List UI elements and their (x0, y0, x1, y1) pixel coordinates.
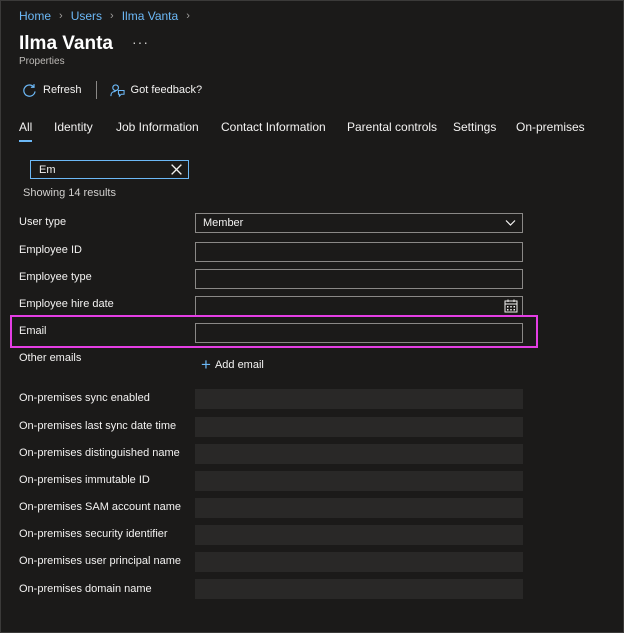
onprem-last-sync-field (195, 417, 523, 437)
results-count: Showing 14 results (23, 187, 116, 199)
refresh-label: Refresh (43, 84, 82, 96)
employee-id-label: Employee ID (19, 244, 82, 256)
onprem-immutable-id-field (195, 471, 523, 491)
refresh-icon (23, 83, 36, 97)
onprem-sam-field (195, 498, 523, 518)
employee-type-field[interactable] (195, 269, 523, 289)
plus-icon: + (201, 355, 211, 374)
employee-id-field[interactable] (195, 242, 523, 262)
onprem-domain-field (195, 579, 523, 599)
clear-icon[interactable] (170, 163, 183, 176)
feedback-button[interactable]: Got feedback? (109, 83, 203, 98)
employee-hire-date-field[interactable] (195, 296, 523, 316)
breadcrumb-user[interactable]: Ilma Vanta (122, 9, 178, 23)
calendar-icon[interactable] (504, 299, 518, 313)
chevron-down-icon (505, 220, 516, 226)
user-type-select[interactable]: Member (195, 213, 523, 233)
employee-hire-date-label: Employee hire date (19, 298, 114, 310)
breadcrumb: Home › Users › Ilma Vanta › (19, 9, 198, 23)
feedback-icon (109, 83, 125, 97)
onprem-dn-field (195, 444, 523, 464)
page-subtitle: Properties (19, 56, 65, 67)
toolbar-divider (95, 81, 97, 99)
refresh-button[interactable]: Refresh (22, 83, 82, 98)
feedback-label: Got feedback? (130, 84, 203, 96)
tab-job-information[interactable]: Job Information (116, 120, 199, 134)
onprem-last-sync-label: On-premises last sync date time (19, 420, 177, 432)
search-input[interactable] (39, 161, 169, 178)
breadcrumb-home[interactable]: Home (19, 9, 51, 23)
employee-type-label: Employee type (19, 271, 92, 283)
onprem-sid-label: On-premises security identifier (19, 528, 168, 540)
onprem-sync-enabled-label: On-premises sync enabled (19, 392, 150, 404)
tab-contact-information[interactable]: Contact Information (221, 120, 326, 134)
other-emails-label: Other emails (19, 352, 82, 364)
onprem-sid-field (195, 525, 523, 545)
onprem-sam-label: On-premises SAM account name (19, 501, 182, 513)
email-field[interactable] (195, 323, 523, 343)
tab-parental-controls[interactable]: Parental controls (347, 120, 437, 134)
breadcrumb-users[interactable]: Users (71, 9, 102, 23)
add-email-label: Add email (214, 359, 264, 371)
onprem-domain-label: On-premises domain name (19, 583, 152, 595)
tab-all[interactable]: All (19, 120, 33, 142)
user-type-value: Member (203, 217, 244, 229)
search-box (30, 160, 189, 179)
page-title: Ilma Vanta (19, 33, 113, 54)
toolbar: Refresh Got feedback? (22, 80, 202, 100)
tab-identity[interactable]: Identity (54, 120, 93, 134)
onprem-dn-label: On-premises distinguished name (19, 447, 180, 459)
chevron-right-icon: › (186, 10, 190, 22)
onprem-sync-enabled-field (195, 389, 523, 409)
tab-on-premises[interactable]: On-premises (516, 120, 585, 134)
onprem-upn-label: On-premises user principal name (19, 555, 182, 567)
onprem-immutable-id-label: On-premises immutable ID (19, 474, 150, 486)
chevron-right-icon: › (59, 10, 63, 22)
tab-settings[interactable]: Settings (453, 120, 496, 134)
add-email-button[interactable]: + Add email (201, 355, 264, 374)
email-label: Email (19, 325, 47, 337)
user-type-label: User type (19, 216, 67, 228)
onprem-upn-field (195, 552, 523, 572)
chevron-right-icon: › (110, 10, 114, 22)
more-icon[interactable]: ··· (132, 34, 149, 50)
